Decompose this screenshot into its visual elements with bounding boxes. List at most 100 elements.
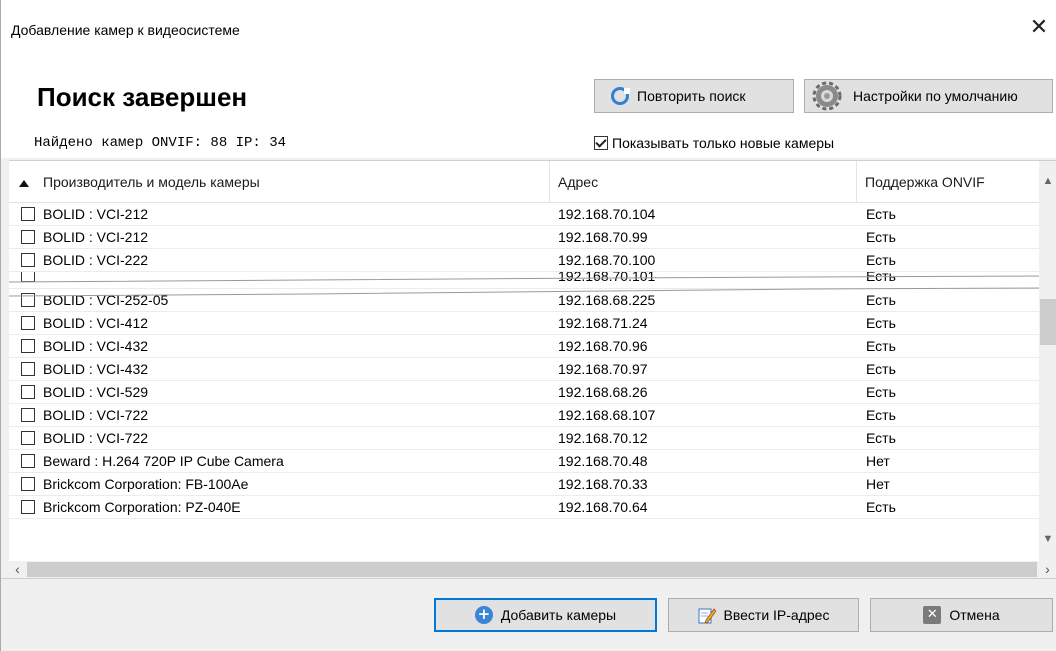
row-checkbox[interactable] bbox=[21, 408, 35, 422]
row-address: 192.168.70.48 bbox=[558, 453, 648, 469]
camera-list: Производитель и модель камеры Адрес Подд… bbox=[9, 160, 1056, 577]
found-cameras-summary: Найдено камер ONVIF: 88 IP: 34 bbox=[34, 135, 287, 151]
pencil-icon bbox=[698, 608, 716, 624]
refresh-icon bbox=[611, 87, 630, 105]
sort-ascending-icon bbox=[19, 179, 29, 187]
cancel-icon: ✕ bbox=[923, 606, 942, 624]
table-row[interactable]: BOLID : VCI-412 192.168.71.24 Есть bbox=[9, 312, 1039, 335]
column-header-address[interactable]: Адрес bbox=[550, 161, 857, 203]
column-onvif-label: Поддержка ONVIF bbox=[865, 174, 985, 190]
row-model: BOLID : VCI-432 bbox=[43, 338, 149, 354]
row-model: BOLID : VCI-412 bbox=[43, 315, 149, 331]
row-address: 192.168.70.64 bbox=[558, 499, 648, 515]
row-onvif: Есть bbox=[866, 338, 896, 354]
search-status-title: Поиск завершен bbox=[37, 82, 248, 112]
cancel-label: Отмена bbox=[949, 607, 1000, 623]
row-onvif: Есть bbox=[866, 292, 896, 308]
column-header-model[interactable]: Производитель и модель камеры bbox=[9, 161, 550, 203]
show-new-only-label: Показывать только новые камеры bbox=[612, 135, 835, 151]
show-new-only-checkbox[interactable]: Показывать только новые камеры bbox=[594, 135, 834, 151]
row-model: BOLID : VCI-252-05 bbox=[43, 292, 169, 308]
row-checkbox[interactable] bbox=[21, 339, 35, 353]
row-address: 192.168.70.101 bbox=[558, 272, 656, 284]
table-row[interactable]: Brickcom Corporation: FB-100Ae 192.168.7… bbox=[9, 473, 1039, 496]
row-checkbox[interactable] bbox=[21, 230, 35, 244]
row-checkbox[interactable] bbox=[21, 431, 35, 445]
row-address: 192.168.70.99 bbox=[558, 229, 648, 245]
row-onvif: Нет bbox=[866, 453, 890, 469]
row-onvif: Есть bbox=[866, 430, 896, 446]
row-address: 192.168.70.96 bbox=[558, 338, 648, 354]
add-cameras-dialog: Добавление камер к видеосистеме ✕ Поиск … bbox=[0, 0, 1056, 651]
horizontal-scrollbar[interactable]: ‹ › bbox=[9, 561, 1056, 577]
table-row[interactable]: BOLID : VCI-222 192.168.70.100 Есть bbox=[9, 249, 1039, 272]
row-onvif: Есть bbox=[866, 272, 896, 284]
column-address-label: Адрес bbox=[558, 174, 599, 190]
row-address: 192.168.70.100 bbox=[558, 252, 656, 268]
row-checkbox[interactable] bbox=[21, 477, 35, 491]
row-checkbox[interactable] bbox=[21, 362, 35, 376]
table-row[interactable]: BOLID : VCI-432 192.168.70.96 Есть bbox=[9, 335, 1039, 358]
repeat-search-button[interactable]: Повторить поиск bbox=[594, 79, 794, 113]
table-row[interactable]: BOLID : VCI-529 192.168.68.26 Есть bbox=[9, 381, 1039, 404]
close-button[interactable]: ✕ bbox=[1025, 14, 1053, 42]
row-checkbox[interactable] bbox=[21, 316, 35, 330]
title-bar: Добавление камер к видеосистеме ✕ bbox=[1, 0, 1056, 62]
table-row[interactable]: Brickcom Corporation: PZ-040E 192.168.70… bbox=[9, 496, 1039, 519]
default-settings-button[interactable]: Настройки по умолчанию bbox=[804, 79, 1053, 113]
row-model: BOLID : VCI-722 bbox=[43, 430, 149, 446]
vertical-scroll-thumb[interactable] bbox=[1040, 299, 1056, 345]
row-onvif: Есть bbox=[866, 229, 896, 245]
row-onvif: Нет bbox=[866, 476, 890, 492]
row-checkbox[interactable] bbox=[21, 385, 35, 399]
default-settings-label: Настройки по умолчанию bbox=[853, 88, 1018, 104]
row-checkbox[interactable] bbox=[21, 207, 35, 221]
add-cameras-label: Добавить камеры bbox=[500, 607, 617, 623]
row-model: BOLID : VCI-432 bbox=[43, 361, 149, 377]
row-onvif: Есть bbox=[866, 407, 896, 423]
row-model: Brickcom Corporation: FB-100Ae bbox=[43, 476, 249, 492]
table-row[interactable]: BOLID : VCI-722 192.168.68.107 Есть bbox=[9, 404, 1039, 427]
row-address: 192.168.71.24 bbox=[558, 315, 648, 331]
table-row[interactable]: BOLID : VCI-432 192.168.70.97 Есть bbox=[9, 358, 1039, 381]
search-header: Поиск завершен Найдено камер ONVIF: 88 I… bbox=[1, 62, 1056, 158]
scroll-right-icon[interactable]: › bbox=[1039, 561, 1056, 577]
scroll-up-icon[interactable]: ▲ bbox=[1039, 175, 1056, 191]
table-row[interactable]: 192.168.70.101 Есть bbox=[9, 272, 1039, 289]
table-row[interactable]: BOLID : VCI-722 192.168.70.12 Есть bbox=[9, 427, 1039, 450]
table-row[interactable]: BOLID : VCI-212 192.168.70.104 Есть bbox=[9, 203, 1039, 226]
row-address: 192.168.70.97 bbox=[558, 361, 648, 377]
table-row[interactable]: Beward : H.264 720P IP Cube Camera 192.1… bbox=[9, 450, 1039, 473]
row-onvif: Есть bbox=[866, 499, 896, 515]
row-checkbox[interactable] bbox=[21, 454, 35, 468]
vertical-scrollbar[interactable]: ▲ ▼ bbox=[1039, 161, 1056, 561]
column-header-onvif[interactable]: Поддержка ONVIF bbox=[857, 161, 1039, 203]
dialog-footer: + Добавить камеры Ввести IP-адрес ✕ Отме… bbox=[1, 578, 1056, 651]
row-checkbox[interactable] bbox=[21, 253, 35, 267]
row-model: BOLID : VCI-529 bbox=[43, 384, 149, 400]
scroll-down-icon[interactable]: ▼ bbox=[1039, 533, 1056, 549]
row-address: 192.168.68.26 bbox=[558, 384, 648, 400]
row-address: 192.168.70.33 bbox=[558, 476, 648, 492]
row-model: BOLID : VCI-212 bbox=[43, 206, 149, 222]
cancel-button[interactable]: ✕ Отмена bbox=[870, 598, 1053, 632]
horizontal-scroll-thumb[interactable] bbox=[27, 562, 1037, 577]
scroll-left-icon[interactable]: ‹ bbox=[9, 561, 26, 577]
add-cameras-button[interactable]: + Добавить камеры bbox=[434, 598, 657, 632]
show-new-only-box[interactable] bbox=[594, 136, 608, 150]
window-title: Добавление камер к видеосистеме bbox=[11, 22, 240, 38]
row-checkbox[interactable] bbox=[21, 272, 35, 282]
row-address: 192.168.68.225 bbox=[558, 292, 656, 308]
gear-icon bbox=[812, 81, 842, 111]
row-model: Brickcom Corporation: PZ-040E bbox=[43, 499, 241, 515]
row-onvif: Есть bbox=[866, 206, 896, 222]
row-model: BOLID : VCI-722 bbox=[43, 407, 149, 423]
table-row[interactable]: BOLID : VCI-252-05 192.168.68.225 Есть bbox=[9, 289, 1039, 312]
row-address: 192.168.70.104 bbox=[558, 206, 656, 222]
table-row[interactable]: BOLID : VCI-212 192.168.70.99 Есть bbox=[9, 226, 1039, 249]
row-checkbox[interactable] bbox=[21, 500, 35, 514]
row-checkbox[interactable] bbox=[21, 293, 35, 307]
row-address: 192.168.70.12 bbox=[558, 430, 648, 446]
row-onvif: Есть bbox=[866, 315, 896, 331]
enter-ip-button[interactable]: Ввести IP-адрес bbox=[668, 598, 859, 632]
